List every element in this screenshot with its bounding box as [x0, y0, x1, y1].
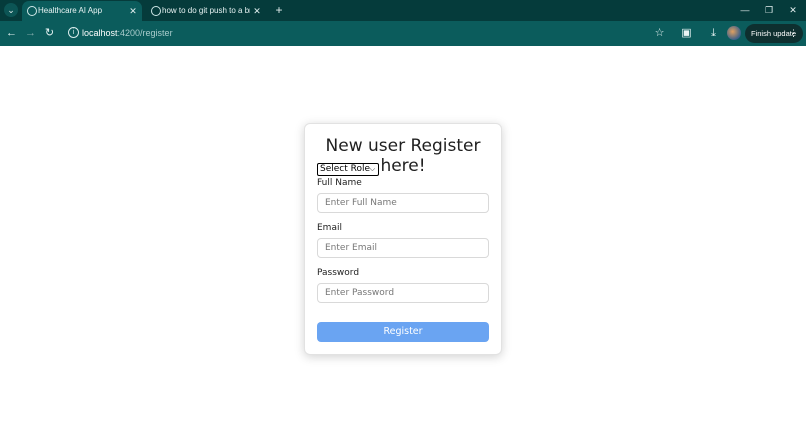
address-bar[interactable]: i localhost:4200/register — [60, 24, 676, 43]
register-card: New user Register here! Select Role ⌵ Fu… — [304, 123, 502, 355]
menu-kebab-icon[interactable]: ⋮ — [789, 24, 798, 43]
browser-toolbar: ← → ↻ i localhost:4200/register ☆ ▣ ⤓ Fi… — [0, 21, 806, 46]
minimize-icon[interactable]: — — [735, 3, 755, 17]
reload-icon[interactable]: ↻ — [42, 26, 57, 41]
close-icon[interactable]: ✕ — [252, 1, 262, 21]
extensions-icon[interactable]: ▣ — [679, 26, 694, 41]
finish-update-button[interactable]: Finish update ⋮ — [745, 24, 803, 43]
restore-icon[interactable]: ❐ — [759, 3, 779, 17]
google-icon — [151, 6, 161, 16]
close-icon[interactable]: ✕ — [128, 1, 138, 21]
url-path: :4200/register — [117, 28, 173, 38]
forward-arrow-icon[interactable]: → — [23, 26, 38, 41]
url-text[interactable]: localhost:4200/register — [82, 24, 173, 43]
tab-title: Healthcare AI App — [38, 6, 103, 15]
tab-list-chevron-icon[interactable]: ⌄ — [4, 3, 18, 17]
password-label: Password — [317, 268, 360, 278]
full-name-label: Full Name — [317, 178, 362, 188]
back-arrow-icon[interactable]: ← — [4, 26, 19, 41]
email-label: Email — [317, 223, 342, 233]
window-close-icon[interactable]: ✕ — [783, 3, 803, 17]
new-tab-plus-icon[interactable]: + — [272, 3, 286, 17]
full-name-input[interactable]: Enter Full Name — [317, 193, 489, 213]
role-select-value: Select Role — [320, 164, 371, 174]
chevron-down-icon: ⌵ — [369, 165, 375, 173]
register-button[interactable]: Register — [317, 322, 489, 342]
bookmark-star-icon[interactable]: ☆ — [652, 26, 667, 41]
tab-healthcare-ai-app[interactable]: Healthcare AI App ✕ — [22, 1, 142, 21]
site-info-icon[interactable]: i — [68, 27, 79, 38]
password-input[interactable]: Enter Password — [317, 283, 489, 303]
email-input[interactable]: Enter Email — [317, 238, 489, 258]
profile-avatar[interactable] — [727, 26, 741, 40]
download-icon[interactable]: ⤓ — [706, 26, 721, 41]
tab-title: how to do git push to a branch — [162, 6, 250, 15]
globe-icon — [27, 6, 37, 16]
url-host: localhost — [82, 28, 118, 38]
browser-titlebar: ⌄ Healthcare AI App ✕ how to do git push… — [0, 0, 806, 21]
role-select[interactable]: Select Role ⌵ — [317, 163, 379, 176]
tab-git-push[interactable]: how to do git push to a branch ✕ — [146, 1, 266, 21]
